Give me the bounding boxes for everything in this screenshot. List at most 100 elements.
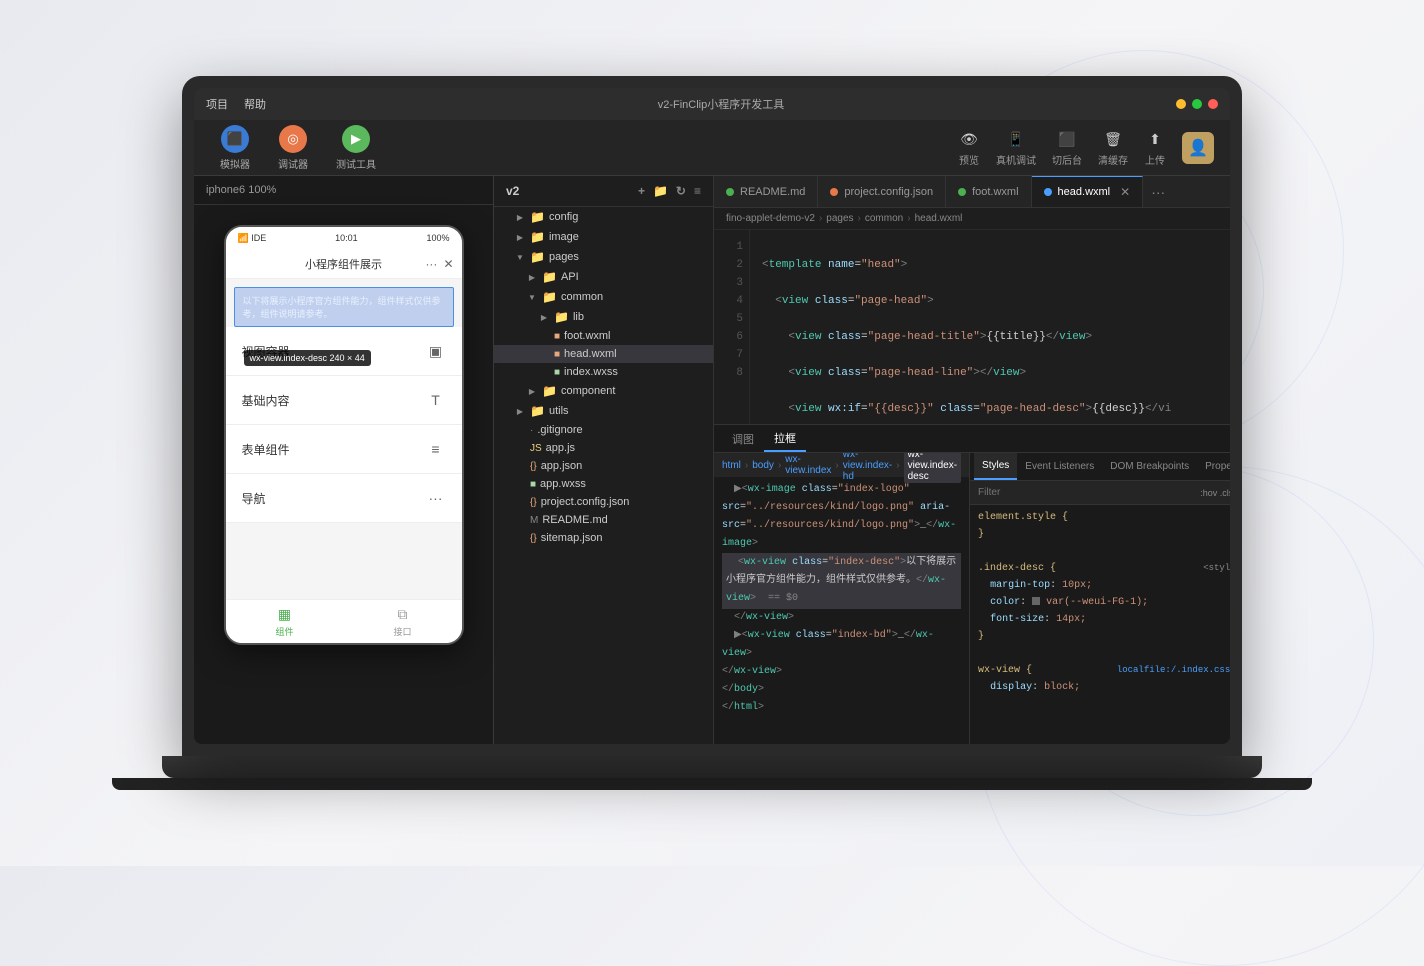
dom-crumb-html[interactable]: html bbox=[722, 460, 741, 471]
user-avatar[interactable]: 👤 bbox=[1182, 132, 1214, 164]
styles-tab-event-listeners[interactable]: Event Listeners bbox=[1017, 453, 1102, 480]
tree-item-utils[interactable]: ▶ 📁 utils bbox=[494, 401, 713, 421]
dom-tree: ▶<wx-image class="index-logo" src="../re… bbox=[714, 477, 969, 721]
styles-tab-properties[interactable]: Properties bbox=[1197, 453, 1230, 480]
devtools-tab-elements[interactable]: 调图 bbox=[722, 425, 764, 452]
styles-filter-input[interactable] bbox=[978, 487, 1192, 498]
tree-item-foot-wxml[interactable]: ▶ ■ foot.wxml bbox=[494, 327, 713, 345]
dom-crumb-wx-view-index[interactable]: wx-view.index bbox=[785, 454, 831, 476]
code-editor[interactable]: 1 2 3 4 5 6 7 8 <template name="head"> <… bbox=[714, 230, 1230, 424]
section-form-components[interactable]: 表单组件 ≡ bbox=[226, 425, 462, 474]
new-folder-icon[interactable]: 📁 bbox=[653, 184, 668, 198]
phone-status-bar: 📶 IDE 10:01 100% bbox=[226, 227, 462, 249]
tree-item-common[interactable]: ▼ 📁 common bbox=[494, 287, 713, 307]
test-icon: ▶ bbox=[342, 125, 370, 153]
new-file-icon[interactable]: + bbox=[638, 184, 645, 198]
refresh-icon[interactable]: ↻ bbox=[676, 184, 686, 198]
tab-foot-wxml[interactable]: foot.wxml bbox=[946, 176, 1031, 207]
test-button[interactable]: ▶ 测试工具 bbox=[326, 121, 386, 175]
dom-panel: html › body › wx-view.index › wx-view.in… bbox=[714, 453, 969, 744]
folder-icon-pages: 📁 bbox=[530, 250, 545, 264]
tree-label-api: API bbox=[561, 271, 579, 283]
simulate-button[interactable]: ⬛ 模拟器 bbox=[210, 121, 260, 175]
tree-item-sitemap[interactable]: ▶ {} sitemap.json bbox=[494, 529, 713, 547]
tree-item-image[interactable]: ▶ 📁 image bbox=[494, 227, 713, 247]
breadcrumb-file: head.wxml bbox=[915, 213, 963, 224]
tree-item-pages[interactable]: ▼ 📁 pages bbox=[494, 247, 713, 267]
laptop-body: 项目 帮助 v2-FinClip小程序开发工具 ⬛ bbox=[182, 76, 1242, 756]
css-index-desc-close: } bbox=[978, 628, 1230, 645]
highlighted-element: 以下将展示小程序官方组件能力，组件样式仅供参考，组件说明请参考。 bbox=[226, 287, 462, 327]
clear-action[interactable]: 🗑 清缓存 bbox=[1098, 128, 1128, 167]
file-icon-head-wxml: ■ bbox=[554, 349, 560, 360]
tree-item-app-js[interactable]: ▶ JS app.js bbox=[494, 439, 713, 457]
folder-icon-api: 📁 bbox=[542, 270, 557, 284]
tree-label-app-json: app.json bbox=[541, 460, 583, 472]
tree-item-index-wxss[interactable]: ▶ ■ index.wxss bbox=[494, 363, 713, 381]
folder-icon-common: 📁 bbox=[542, 290, 557, 304]
tree-item-gitignore[interactable]: ▶ · .gitignore bbox=[494, 421, 713, 439]
breadcrumb-root: fino-applet-demo-v2 bbox=[726, 213, 815, 224]
tree-label-config: config bbox=[549, 211, 578, 223]
styles-tab-styles[interactable]: Styles bbox=[974, 453, 1017, 480]
tree-item-readme[interactable]: ▶ M README.md bbox=[494, 511, 713, 529]
tree-item-project-config[interactable]: ▶ {} project.config.json bbox=[494, 493, 713, 511]
laptop-screen: 项目 帮助 v2-FinClip小程序开发工具 ⬛ bbox=[194, 88, 1230, 744]
dom-line-index-bd: ▶<wx-view class="index-bd">_</wx-view> bbox=[722, 627, 961, 663]
laptop-foot bbox=[112, 778, 1312, 790]
devtools-tab-console[interactable]: 拉框 bbox=[764, 425, 806, 452]
tab-close-icon[interactable]: ✕ bbox=[1120, 185, 1130, 199]
devtools-tabs: 调图 拉框 bbox=[714, 425, 1230, 453]
tree-item-head-wxml[interactable]: ▶ ■ head.wxml bbox=[494, 345, 713, 363]
menu-help[interactable]: 帮助 bbox=[244, 96, 266, 112]
upload-action[interactable]: ⬆ 上传 bbox=[1144, 128, 1166, 167]
cut-action[interactable]: ⬛ 切后台 bbox=[1052, 128, 1082, 167]
styles-tab-dom-breakpoints[interactable]: DOM Breakpoints bbox=[1102, 453, 1197, 480]
phone-tab-api[interactable]: ⧉ 接口 bbox=[344, 605, 462, 638]
css-color: color: var(--weui-FG-1); bbox=[978, 594, 1230, 611]
tab-head-wxml[interactable]: head.wxml ✕ bbox=[1032, 176, 1144, 207]
file-icon-readme: M bbox=[530, 515, 538, 526]
simulate-label: 模拟器 bbox=[220, 156, 250, 171]
tabs-more-button[interactable]: ··· bbox=[1143, 184, 1173, 200]
close-button[interactable] bbox=[1208, 99, 1218, 109]
styles-filter-bar: :hov .cls + bbox=[970, 481, 1230, 505]
tree-item-lib[interactable]: ▶ 📁 lib bbox=[494, 307, 713, 327]
section-basic-content[interactable]: 基础内容 T bbox=[226, 376, 462, 425]
debug-button[interactable]: ◎ 调试器 bbox=[268, 121, 318, 175]
tree-item-api[interactable]: ▶ 📁 API bbox=[494, 267, 713, 287]
css-display: display: block; bbox=[978, 679, 1230, 696]
maximize-button[interactable] bbox=[1192, 99, 1202, 109]
dom-crumb-body[interactable]: body bbox=[752, 460, 774, 471]
cut-icon: ⬛ bbox=[1056, 128, 1078, 150]
tree-label-head-wxml: head.wxml bbox=[564, 348, 617, 360]
tree-item-app-wxss[interactable]: ▶ ■ app.wxss bbox=[494, 475, 713, 493]
phone-close-icon[interactable]: ✕ bbox=[443, 257, 453, 271]
dom-crumb-wx-view-desc[interactable]: wx-view.index-desc bbox=[904, 453, 961, 483]
preview-action[interactable]: 👁 预览 bbox=[958, 128, 980, 167]
config-tab-dot bbox=[830, 188, 838, 196]
devtools-panel: 调图 拉框 html › body › bbox=[714, 424, 1230, 744]
tab-project-config[interactable]: project.config.json bbox=[818, 176, 946, 207]
mobile-debug-action[interactable]: 📱 真机调试 bbox=[996, 128, 1036, 167]
collapse-icon[interactable]: ≡ bbox=[694, 184, 701, 198]
section-icon-2: ≡ bbox=[426, 439, 446, 459]
tree-label-image: image bbox=[549, 231, 579, 243]
mobile-debug-icon: 📱 bbox=[1005, 128, 1027, 150]
tree-arrow-config: ▶ bbox=[514, 211, 526, 223]
phone-tab-components[interactable]: ▦ 组件 bbox=[226, 605, 344, 638]
tree-item-component[interactable]: ▶ 📁 component bbox=[494, 381, 713, 401]
minimize-button[interactable] bbox=[1176, 99, 1186, 109]
dom-crumb-wx-view-hd[interactable]: wx-view.index-hd bbox=[843, 453, 892, 482]
pseudo-filter-button[interactable]: :hov .cls + bbox=[1200, 488, 1230, 498]
folder-icon-lib: 📁 bbox=[554, 310, 569, 324]
tab-readme[interactable]: README.md bbox=[714, 176, 818, 207]
phone-more-icon[interactable]: ··· bbox=[425, 257, 437, 271]
tree-item-app-json[interactable]: ▶ {} app.json bbox=[494, 457, 713, 475]
section-navigation[interactable]: 导航 ··· bbox=[226, 474, 462, 523]
menu-project[interactable]: 项目 bbox=[206, 96, 228, 112]
code-content: <template name="head"> <view class="page… bbox=[750, 230, 1230, 424]
line-numbers: 1 2 3 4 5 6 7 8 bbox=[714, 230, 750, 424]
tree-item-config[interactable]: ▶ 📁 config bbox=[494, 207, 713, 227]
phone-frame: 📶 IDE 10:01 100% 小程序组件展示 ··· bbox=[224, 225, 464, 645]
